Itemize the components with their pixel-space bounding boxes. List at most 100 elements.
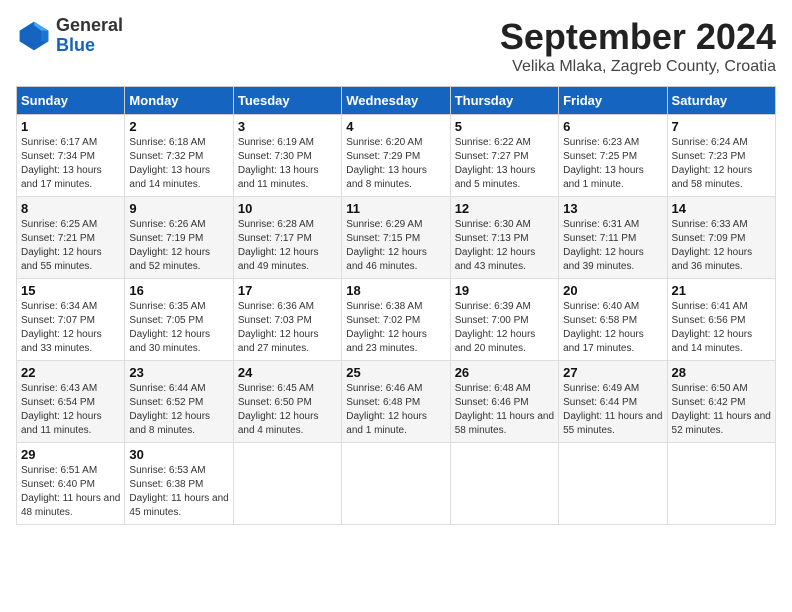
day-info: Sunrise: 6:44 AM Sunset: 6:52 PM Dayligh… — [129, 382, 228, 438]
calendar-week-row: 22 Sunrise: 6:43 AM Sunset: 6:54 PM Dayl… — [17, 361, 776, 443]
calendar-cell: 12 Sunrise: 6:30 AM Sunset: 7:13 PM Dayl… — [450, 197, 558, 279]
calendar-cell: 7 Sunrise: 6:24 AM Sunset: 7:23 PM Dayli… — [667, 115, 775, 197]
day-info: Sunrise: 6:34 AM Sunset: 7:07 PM Dayligh… — [21, 300, 120, 356]
day-number: 18 — [346, 283, 445, 298]
day-info: Sunrise: 6:41 AM Sunset: 6:56 PM Dayligh… — [672, 300, 771, 356]
logo: General Blue — [16, 16, 123, 56]
calendar-cell: 15 Sunrise: 6:34 AM Sunset: 7:07 PM Dayl… — [17, 279, 125, 361]
location-title: Velika Mlaka, Zagreb County, Croatia — [500, 58, 776, 76]
calendar-day-header: Sunday — [17, 87, 125, 115]
day-info: Sunrise: 6:22 AM Sunset: 7:27 PM Dayligh… — [455, 136, 554, 192]
calendar-cell: 27 Sunrise: 6:49 AM Sunset: 6:44 PM Dayl… — [559, 361, 667, 443]
calendar-cell: 22 Sunrise: 6:43 AM Sunset: 6:54 PM Dayl… — [17, 361, 125, 443]
calendar-cell: 18 Sunrise: 6:38 AM Sunset: 7:02 PM Dayl… — [342, 279, 450, 361]
day-number: 20 — [563, 283, 662, 298]
day-number: 3 — [238, 119, 337, 134]
day-number: 5 — [455, 119, 554, 134]
calendar-cell: 20 Sunrise: 6:40 AM Sunset: 6:58 PM Dayl… — [559, 279, 667, 361]
day-number: 29 — [21, 447, 120, 462]
calendar-week-row: 1 Sunrise: 6:17 AM Sunset: 7:34 PM Dayli… — [17, 115, 776, 197]
calendar-cell — [559, 443, 667, 525]
day-number: 13 — [563, 201, 662, 216]
calendar-cell: 9 Sunrise: 6:26 AM Sunset: 7:19 PM Dayli… — [125, 197, 233, 279]
calendar-cell: 30 Sunrise: 6:53 AM Sunset: 6:38 PM Dayl… — [125, 443, 233, 525]
calendar-cell: 11 Sunrise: 6:29 AM Sunset: 7:15 PM Dayl… — [342, 197, 450, 279]
calendar-cell: 21 Sunrise: 6:41 AM Sunset: 6:56 PM Dayl… — [667, 279, 775, 361]
calendar-header-row: SundayMondayTuesdayWednesdayThursdayFrid… — [17, 87, 776, 115]
month-title: September 2024 — [500, 16, 776, 58]
logo-text: General Blue — [56, 16, 123, 56]
page-header: General Blue September 2024 Velika Mlaka… — [16, 16, 776, 76]
day-number: 1 — [21, 119, 120, 134]
calendar-cell — [233, 443, 341, 525]
day-number: 26 — [455, 365, 554, 380]
calendar-cell — [667, 443, 775, 525]
calendar-cell: 26 Sunrise: 6:48 AM Sunset: 6:46 PM Dayl… — [450, 361, 558, 443]
day-number: 30 — [129, 447, 228, 462]
day-info: Sunrise: 6:18 AM Sunset: 7:32 PM Dayligh… — [129, 136, 228, 192]
day-info: Sunrise: 6:38 AM Sunset: 7:02 PM Dayligh… — [346, 300, 445, 356]
day-info: Sunrise: 6:24 AM Sunset: 7:23 PM Dayligh… — [672, 136, 771, 192]
calendar-cell: 29 Sunrise: 6:51 AM Sunset: 6:40 PM Dayl… — [17, 443, 125, 525]
day-info: Sunrise: 6:49 AM Sunset: 6:44 PM Dayligh… — [563, 382, 662, 438]
calendar-cell: 10 Sunrise: 6:28 AM Sunset: 7:17 PM Dayl… — [233, 197, 341, 279]
calendar-cell: 14 Sunrise: 6:33 AM Sunset: 7:09 PM Dayl… — [667, 197, 775, 279]
calendar-day-header: Tuesday — [233, 87, 341, 115]
day-number: 11 — [346, 201, 445, 216]
day-info: Sunrise: 6:53 AM Sunset: 6:38 PM Dayligh… — [129, 464, 228, 520]
day-number: 7 — [672, 119, 771, 134]
day-number: 10 — [238, 201, 337, 216]
day-info: Sunrise: 6:43 AM Sunset: 6:54 PM Dayligh… — [21, 382, 120, 438]
logo-icon — [16, 18, 52, 54]
day-number: 6 — [563, 119, 662, 134]
calendar-cell: 2 Sunrise: 6:18 AM Sunset: 7:32 PM Dayli… — [125, 115, 233, 197]
calendar-week-row: 8 Sunrise: 6:25 AM Sunset: 7:21 PM Dayli… — [17, 197, 776, 279]
day-number: 21 — [672, 283, 771, 298]
logo-blue: Blue — [56, 36, 123, 56]
day-info: Sunrise: 6:46 AM Sunset: 6:48 PM Dayligh… — [346, 382, 445, 438]
calendar-cell: 28 Sunrise: 6:50 AM Sunset: 6:42 PM Dayl… — [667, 361, 775, 443]
day-info: Sunrise: 6:48 AM Sunset: 6:46 PM Dayligh… — [455, 382, 554, 438]
day-number: 4 — [346, 119, 445, 134]
calendar-cell — [342, 443, 450, 525]
day-number: 28 — [672, 365, 771, 380]
day-info: Sunrise: 6:31 AM Sunset: 7:11 PM Dayligh… — [563, 218, 662, 274]
calendar-cell: 19 Sunrise: 6:39 AM Sunset: 7:00 PM Dayl… — [450, 279, 558, 361]
calendar-cell: 25 Sunrise: 6:46 AM Sunset: 6:48 PM Dayl… — [342, 361, 450, 443]
calendar-day-header: Thursday — [450, 87, 558, 115]
day-info: Sunrise: 6:23 AM Sunset: 7:25 PM Dayligh… — [563, 136, 662, 192]
day-info: Sunrise: 6:45 AM Sunset: 6:50 PM Dayligh… — [238, 382, 337, 438]
day-number: 15 — [21, 283, 120, 298]
calendar-table: SundayMondayTuesdayWednesdayThursdayFrid… — [16, 86, 776, 525]
day-info: Sunrise: 6:20 AM Sunset: 7:29 PM Dayligh… — [346, 136, 445, 192]
day-info: Sunrise: 6:50 AM Sunset: 6:42 PM Dayligh… — [672, 382, 771, 438]
day-info: Sunrise: 6:19 AM Sunset: 7:30 PM Dayligh… — [238, 136, 337, 192]
calendar-cell: 4 Sunrise: 6:20 AM Sunset: 7:29 PM Dayli… — [342, 115, 450, 197]
calendar-cell: 13 Sunrise: 6:31 AM Sunset: 7:11 PM Dayl… — [559, 197, 667, 279]
calendar-cell: 23 Sunrise: 6:44 AM Sunset: 6:52 PM Dayl… — [125, 361, 233, 443]
calendar-day-header: Saturday — [667, 87, 775, 115]
day-number: 12 — [455, 201, 554, 216]
day-info: Sunrise: 6:17 AM Sunset: 7:34 PM Dayligh… — [21, 136, 120, 192]
title-area: September 2024 Velika Mlaka, Zagreb Coun… — [500, 16, 776, 76]
logo-general: General — [56, 16, 123, 36]
calendar-cell: 16 Sunrise: 6:35 AM Sunset: 7:05 PM Dayl… — [125, 279, 233, 361]
day-info: Sunrise: 6:33 AM Sunset: 7:09 PM Dayligh… — [672, 218, 771, 274]
calendar-week-row: 29 Sunrise: 6:51 AM Sunset: 6:40 PM Dayl… — [17, 443, 776, 525]
day-info: Sunrise: 6:29 AM Sunset: 7:15 PM Dayligh… — [346, 218, 445, 274]
day-info: Sunrise: 6:30 AM Sunset: 7:13 PM Dayligh… — [455, 218, 554, 274]
calendar-day-header: Monday — [125, 87, 233, 115]
day-info: Sunrise: 6:28 AM Sunset: 7:17 PM Dayligh… — [238, 218, 337, 274]
calendar-day-header: Friday — [559, 87, 667, 115]
calendar-day-header: Wednesday — [342, 87, 450, 115]
day-info: Sunrise: 6:51 AM Sunset: 6:40 PM Dayligh… — [21, 464, 120, 520]
day-info: Sunrise: 6:39 AM Sunset: 7:00 PM Dayligh… — [455, 300, 554, 356]
calendar-cell: 24 Sunrise: 6:45 AM Sunset: 6:50 PM Dayl… — [233, 361, 341, 443]
day-info: Sunrise: 6:35 AM Sunset: 7:05 PM Dayligh… — [129, 300, 228, 356]
calendar-cell — [450, 443, 558, 525]
day-number: 16 — [129, 283, 228, 298]
calendar-week-row: 15 Sunrise: 6:34 AM Sunset: 7:07 PM Dayl… — [17, 279, 776, 361]
day-number: 27 — [563, 365, 662, 380]
calendar-cell: 6 Sunrise: 6:23 AM Sunset: 7:25 PM Dayli… — [559, 115, 667, 197]
day-number: 14 — [672, 201, 771, 216]
